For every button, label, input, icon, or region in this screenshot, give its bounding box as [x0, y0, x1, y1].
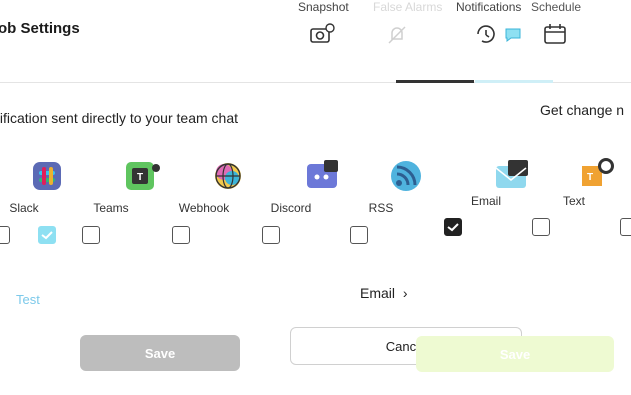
checkbox-discord[interactable]	[262, 226, 280, 244]
test-link[interactable]: Test	[16, 292, 40, 307]
text-icon: T	[582, 158, 614, 186]
checkbox-teams[interactable]	[82, 226, 100, 244]
service-rss-label: RSS	[368, 201, 394, 215]
service-discord-label: Discord	[270, 201, 312, 215]
tab-false-alarms-label: False Alarms	[373, 0, 443, 14]
notifications-subtitle: tification sent directly to your team ch…	[0, 110, 238, 126]
checkbox-extra[interactable]	[620, 218, 631, 236]
checkbox-email[interactable]	[444, 218, 462, 236]
check-icon	[41, 231, 53, 240]
tab-notifications-label: Notifications	[456, 0, 522, 14]
bell-off-icon	[388, 26, 406, 44]
calendar-icon	[544, 24, 566, 44]
chevron-right-icon: ›	[402, 285, 408, 301]
rss-icon	[391, 161, 421, 191]
save-button[interactable]: Save	[416, 336, 614, 372]
checkbox-text[interactable]	[532, 218, 550, 236]
check-icon	[447, 223, 459, 232]
save-button-disabled[interactable]: Save	[80, 335, 240, 371]
chat-bubble-icon	[505, 28, 521, 42]
webhook-icon	[215, 163, 241, 189]
service-email-label: Email	[470, 194, 502, 208]
service-teams-label: Teams	[93, 201, 129, 215]
email-link-label: Email	[360, 285, 396, 301]
get-change-link[interactable]: Get change n	[540, 102, 624, 118]
checkbox-slack[interactable]	[38, 226, 56, 244]
checkbox-partial[interactable]	[0, 226, 10, 244]
service-slack-label: Slack	[9, 201, 39, 215]
service-webhook-label: Webhook	[178, 201, 230, 215]
history-icon	[477, 25, 495, 43]
email-link[interactable]: Email ›	[360, 285, 408, 301]
service-text-label: Text	[562, 194, 586, 208]
checkbox-webhook[interactable]	[172, 226, 190, 244]
email-icon	[495, 160, 528, 188]
page-title: ob Settings	[0, 20, 80, 37]
camera-gear-icon	[310, 23, 335, 43]
discord-icon	[307, 160, 338, 188]
svg-text:T: T	[137, 172, 143, 183]
tab-underline-active	[396, 80, 474, 83]
teams-icon: T	[126, 162, 160, 190]
svg-text:T: T	[587, 172, 593, 183]
slack-icon	[33, 162, 61, 190]
tab-underline-hover	[475, 80, 553, 83]
tab-snapshot-label: Snapshot	[298, 0, 349, 14]
tab-schedule-label: Schedule	[531, 0, 582, 14]
checkbox-rss[interactable]	[350, 226, 368, 244]
